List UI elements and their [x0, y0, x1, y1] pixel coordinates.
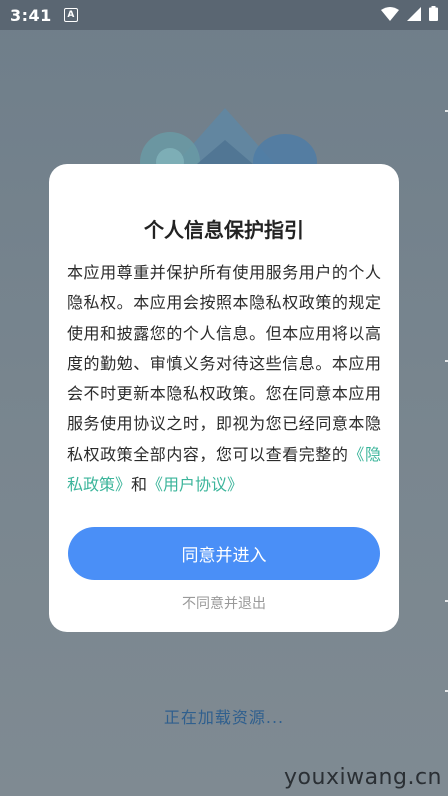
privacy-dialog: 个人信息保护指引 本应用尊重并保护所有使用服务用户的个人隐私权。本应用会按照本隐…: [49, 164, 399, 632]
wifi-icon: [381, 6, 399, 25]
policy-text: 本应用尊重并保护所有使用服务用户的个人隐私权。本应用会按照本隐私权政策的规定使用…: [67, 263, 381, 464]
status-bar: 3:41 A: [0, 0, 448, 30]
status-icons: [381, 5, 438, 25]
battery-icon: [429, 5, 438, 25]
agree-button[interactable]: 同意并进入: [68, 527, 380, 580]
user-agreement-link[interactable]: 《用户协议》: [147, 475, 243, 494]
watermark: youxiwang.cn: [284, 765, 442, 790]
disagree-button[interactable]: 不同意并退出: [49, 593, 399, 613]
status-time: 3:41: [10, 5, 52, 25]
dialog-body: 本应用尊重并保护所有使用服务用户的个人隐私权。本应用会按照本隐私权政策的规定使用…: [67, 258, 381, 503]
conjunction-text: 和: [131, 475, 148, 495]
dialog-title: 个人信息保护指引: [144, 218, 304, 242]
loading-text: 正在加载资源...: [163, 708, 285, 727]
screen: 3:41 A 正在加载资源... youxiwang.cn 个人信息保护指引 本…: [0, 0, 448, 796]
cellular-icon: [407, 6, 421, 25]
notification-icon: A: [63, 8, 78, 22]
